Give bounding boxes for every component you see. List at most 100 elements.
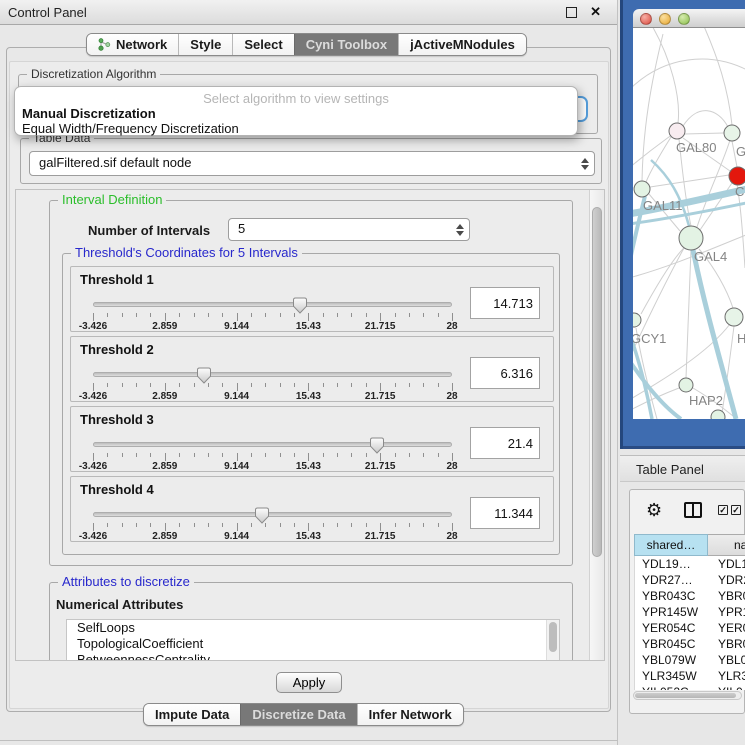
tick-label: -3.426 xyxy=(79,321,107,332)
slider-ticks xyxy=(93,523,452,531)
slider-track xyxy=(93,442,452,447)
threshold-box: Threshold 4-3.4262.8599.14415.4321.71528 xyxy=(70,476,554,542)
minimize-traffic-light-icon[interactable] xyxy=(659,13,671,25)
attributes-list-scrollbar[interactable] xyxy=(546,620,559,661)
table-scrollbar-thumb[interactable] xyxy=(635,693,736,698)
threshold-value-field[interactable] xyxy=(470,287,540,319)
table-row[interactable]: YLR345WYLR3 xyxy=(635,668,745,684)
network-icon xyxy=(98,38,111,51)
attribute-list-item[interactable]: TopologicalCoefficient xyxy=(67,636,559,652)
network-canvas[interactable]: GAL80GACGAL11GAL4GCY1HHAP2 xyxy=(633,28,745,419)
tab-infer-network[interactable]: Infer Network xyxy=(357,704,463,725)
tab-select[interactable]: Select xyxy=(232,34,293,55)
float-window-icon[interactable] xyxy=(566,7,577,18)
cell-shared-name: YBR045C xyxy=(635,636,709,652)
table-row[interactable]: YPR145WYPR1 xyxy=(635,604,745,620)
number-of-intervals-combobox[interactable]: 5 xyxy=(228,218,470,241)
attributes-group: Attributes to discretize Numerical Attri… xyxy=(49,582,573,661)
cell-name: YPR1 xyxy=(709,604,745,620)
control-panel-bottom-edge xyxy=(0,740,618,741)
combo-spinner-icon xyxy=(580,157,589,171)
network-window-titlebar xyxy=(633,9,745,28)
table-data-combobox[interactable]: galFiltered.sif default node xyxy=(29,151,595,176)
threshold-value-field[interactable] xyxy=(470,497,540,529)
attributes-group-title: Attributes to discretize xyxy=(58,575,194,589)
node-label: GAL80 xyxy=(676,140,716,155)
tab-cyni-toolbox[interactable]: Cyni Toolbox xyxy=(294,34,398,55)
table-row[interactable]: YBR045CYBR0 xyxy=(635,636,745,652)
zoom-traffic-light-icon[interactable] xyxy=(678,13,690,25)
algorithm-option-manual[interactable]: Manual Discretization xyxy=(22,106,156,121)
table-row[interactable]: YBR043CYBR0 xyxy=(635,588,745,604)
cell-name: YLR3 xyxy=(709,668,745,684)
attribute-list-item[interactable]: BetweennessCentrality xyxy=(67,652,559,661)
threshold-value-field[interactable] xyxy=(470,427,540,459)
tick-label: 9.144 xyxy=(224,391,249,402)
column-header-name[interactable]: na xyxy=(708,534,745,556)
tab-network[interactable]: Network xyxy=(87,34,178,55)
slider-tick-labels: -3.4262.8599.14415.4321.71528 xyxy=(93,321,452,331)
tab-impute-data[interactable]: Impute Data xyxy=(144,704,240,725)
node-label: GA xyxy=(736,144,745,159)
table-row[interactable]: YDL19…YDL1 xyxy=(635,556,745,572)
cell-name: YDR2 xyxy=(709,572,745,588)
attribute-list-item[interactable]: SelfLoops xyxy=(67,620,559,636)
node-attribute-table: shared… na YDL19…YDL1YDR27…YDR2YBR043CYB… xyxy=(634,534,745,690)
close-window-icon[interactable]: ✕ xyxy=(590,4,601,20)
slider-track xyxy=(93,512,452,517)
cell-shared-name: YPR145W xyxy=(635,604,709,620)
checkbox-icon[interactable] xyxy=(718,505,728,515)
apply-button[interactable]: Apply xyxy=(276,672,342,693)
column-header-shared-name[interactable]: shared… xyxy=(634,534,708,556)
settings-scrollbar-thumb[interactable] xyxy=(592,207,602,557)
tab-discretize-data[interactable]: Discretize Data xyxy=(240,704,356,725)
table-row[interactable]: YER054CYER0 xyxy=(635,620,745,636)
table-row[interactable]: YDR27…YDR2 xyxy=(635,572,745,588)
node-partial[interactable] xyxy=(711,410,725,419)
settings-scroll-area: Interval Definition Number of Intervals … xyxy=(15,189,605,661)
tab-style[interactable]: Style xyxy=(178,34,232,55)
node-red[interactable] xyxy=(729,167,745,185)
window-title: Control Panel xyxy=(8,5,87,20)
table-header-row: shared… na xyxy=(634,534,745,556)
table-panel-toolbar: ⚙ xyxy=(630,496,744,528)
table-row[interactable]: YBL079WYBL0 xyxy=(635,652,745,668)
node-hap2[interactable] xyxy=(679,378,693,392)
node-gcy1[interactable] xyxy=(633,313,641,327)
node-green-1[interactable] xyxy=(724,125,740,141)
cell-name: YBR0 xyxy=(709,636,745,652)
slider-track xyxy=(93,372,452,377)
gear-icon[interactable]: ⚙ xyxy=(646,500,662,520)
table-rows: YDL19…YDL1YDR27…YDR2YBR043CYBR0YPR145WYP… xyxy=(634,556,745,690)
tick-label: 15.43 xyxy=(296,531,321,542)
threshold-value-field[interactable] xyxy=(470,357,540,389)
tick-label: 21.715 xyxy=(365,391,396,402)
settings-vertical-scrollbar[interactable] xyxy=(589,190,604,660)
cell-shared-name: YLR345W xyxy=(635,668,709,684)
node-gal11[interactable] xyxy=(634,181,650,197)
node-gal4[interactable] xyxy=(679,226,703,250)
node-gal80[interactable] xyxy=(669,123,685,139)
algorithm-option-equal-width[interactable]: Equal Width/Frequency Discretization xyxy=(22,121,239,136)
node-label: C xyxy=(735,184,744,199)
cell-shared-name: YDL19… xyxy=(635,556,709,572)
node-h[interactable] xyxy=(725,308,743,326)
tick-label: 28 xyxy=(446,321,457,332)
tick-label: -3.426 xyxy=(79,391,107,402)
table-horizontal-scrollbar[interactable] xyxy=(633,691,742,700)
close-traffic-light-icon[interactable] xyxy=(640,13,652,25)
tick-label: 9.144 xyxy=(224,531,249,542)
checkbox-icon[interactable] xyxy=(731,505,741,515)
threshold-label: Threshold 3 xyxy=(80,412,154,427)
interval-definition-group: Interval Definition Number of Intervals … xyxy=(49,200,573,566)
table-row[interactable]: YIL052CYIL0 xyxy=(635,684,745,690)
cell-shared-name: YDR27… xyxy=(635,572,709,588)
top-tab-bar: Network Style Select Cyni Toolbox jActiv… xyxy=(86,33,527,56)
tab-jactivemnodules[interactable]: jActiveMNodules xyxy=(398,34,526,55)
threshold-label: Threshold 1 xyxy=(80,272,154,287)
numerical-attributes-list: SelfLoopsTopologicalCoefficientBetweenne… xyxy=(66,619,560,661)
tick-label: 15.43 xyxy=(296,391,321,402)
tick-label: 15.43 xyxy=(296,461,321,472)
tick-label: -3.426 xyxy=(79,531,107,542)
split-columns-icon[interactable] xyxy=(684,502,702,518)
